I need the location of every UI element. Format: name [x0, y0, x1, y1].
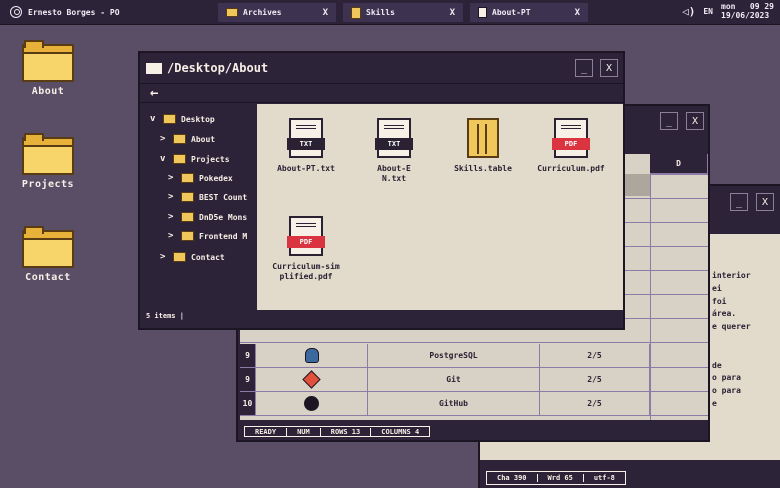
desktop-icon-contact[interactable]: Contact — [16, 226, 80, 283]
clock: mon 09 29 19/06/2023 — [721, 2, 774, 20]
table-row[interactable]: 9 Git 2/5 — [240, 368, 708, 392]
folder-icon — [173, 252, 186, 262]
window-title: /Desktop/About — [167, 61, 269, 75]
file-about-en[interactable]: TXT About-EN.txt — [354, 118, 434, 184]
folder-tree: v Desktop > About v Projects > Pokedex >… — [140, 104, 256, 309]
taskbar-tab-skills[interactable]: Skills X — [343, 3, 463, 22]
minimize-button[interactable]: _ — [730, 193, 748, 211]
chevron-right-icon: > — [160, 134, 166, 144]
folder-icon — [181, 173, 194, 183]
char-count: Cha 390 — [487, 474, 538, 482]
volume-icon[interactable]: ◁) — [682, 5, 695, 18]
chevron-right-icon: > — [168, 212, 174, 222]
row-number: 9 — [240, 368, 256, 392]
txt-file-icon: TXT — [287, 118, 325, 158]
tree-item-contact[interactable]: > Contact — [160, 252, 225, 262]
file-skills-table[interactable]: Skills.table — [443, 118, 523, 174]
tree-item-best-count[interactable]: > BEST Count — [168, 192, 247, 202]
tree-item-projects[interactable]: v Projects — [160, 154, 230, 164]
desktop-icon-about[interactable]: About — [16, 40, 80, 97]
file-pane: TXT About-PT.txt TXT About-EN.txt Skills… — [257, 104, 623, 310]
text-content: interior ei foi área. e querer de o para… — [712, 271, 751, 408]
folder-icon — [22, 133, 74, 175]
user-menu[interactable]: Ernesto Borges - PO — [0, 6, 215, 18]
tree-item-about[interactable]: > About — [160, 134, 215, 144]
table-row[interactable]: 10 GitHub 2/5 — [240, 392, 708, 416]
folder-icon — [22, 226, 74, 268]
taskbar-tab-archives[interactable]: Archives X — [218, 3, 336, 22]
user-icon — [10, 6, 22, 18]
status-rows: ROWS 13 — [321, 427, 372, 436]
pdf-file-icon: PDF — [552, 118, 590, 158]
chevron-down-icon: v — [160, 154, 166, 164]
table-row[interactable]: 9 PostgreSQL 2/5 — [240, 344, 708, 368]
word-count: Wrd 65 — [538, 474, 584, 482]
chevron-right-icon: > — [168, 192, 174, 202]
close-button[interactable]: X — [686, 112, 704, 130]
user-name: Ernesto Borges - PO — [28, 7, 120, 17]
close-button[interactable]: X — [600, 59, 618, 77]
folder-icon — [181, 192, 194, 202]
postgresql-icon — [256, 344, 368, 368]
folder-icon — [173, 134, 186, 144]
status-ready: READY — [245, 427, 288, 436]
encoding: utf-8 — [593, 474, 615, 482]
explorer-window: /Desktop/About _ X ← v Desktop > About v… — [138, 51, 625, 330]
chevron-right-icon: > — [168, 231, 174, 241]
pdf-file-icon: PDF — [287, 216, 325, 256]
close-tab-about-pt-button[interactable]: X — [575, 8, 580, 18]
text-status-bar: Cha 390 Wrd 65 utf-8 — [486, 471, 626, 485]
close-tab-archives-button[interactable]: X — [323, 8, 328, 18]
tree-item-dnd5e[interactable]: > DnD5e Mons — [168, 212, 247, 222]
taskbar: Ernesto Borges - PO Archives X Skills X … — [0, 0, 780, 25]
close-tab-skills-button[interactable]: X — [450, 8, 455, 18]
taskbar-tab-about-pt[interactable]: About-PT X — [470, 3, 588, 22]
back-arrow-icon[interactable]: ← — [150, 84, 158, 102]
tree-item-pokedex[interactable]: > Pokedex — [168, 173, 233, 183]
file-curriculum[interactable]: PDF Curriculum.pdf — [531, 118, 611, 174]
tree-item-frontend[interactable]: > Frontend M — [168, 231, 247, 241]
column-header-d[interactable]: D — [650, 154, 708, 174]
explorer-status: 5 items | — [146, 312, 184, 320]
folder-icon — [173, 154, 186, 164]
explorer-titlebar[interactable]: /Desktop/About — [140, 53, 623, 83]
chevron-down-icon: v — [150, 114, 156, 124]
document-icon — [478, 7, 487, 18]
file-about-pt[interactable]: TXT About-PT.txt — [266, 118, 346, 174]
github-icon — [256, 392, 368, 416]
desktop-icon-projects[interactable]: Projects — [16, 133, 80, 190]
table-file-icon — [467, 118, 499, 158]
table-status-bar: READY NUM ROWS 13 COLUMNS 4 — [244, 426, 431, 437]
chevron-right-icon: > — [168, 173, 174, 183]
folder-icon — [181, 212, 194, 222]
close-button[interactable]: X — [756, 193, 774, 211]
git-icon — [256, 368, 368, 392]
folder-icon — [181, 231, 194, 241]
folder-icon — [146, 62, 162, 74]
status-columns: COLUMNS 4 — [381, 427, 420, 436]
folder-icon — [22, 40, 74, 82]
explorer-toolbar: ← — [140, 83, 623, 103]
table-icon — [351, 6, 361, 19]
row-number: 9 — [240, 344, 256, 368]
minimize-button[interactable]: _ — [660, 112, 678, 130]
file-curriculum-simplified[interactable]: PDF Curriculum-simplified.pdf — [266, 216, 346, 282]
row-number: 10 — [240, 392, 256, 416]
status-num: NUM — [287, 427, 321, 436]
tree-item-desktop[interactable]: v Desktop — [150, 114, 215, 124]
minimize-button[interactable]: _ — [575, 59, 593, 77]
folder-icon — [163, 114, 176, 124]
chevron-right-icon: > — [160, 252, 166, 262]
folder-icon — [226, 8, 238, 17]
language-toggle[interactable]: EN — [703, 7, 713, 16]
txt-file-icon: TXT — [375, 118, 413, 158]
